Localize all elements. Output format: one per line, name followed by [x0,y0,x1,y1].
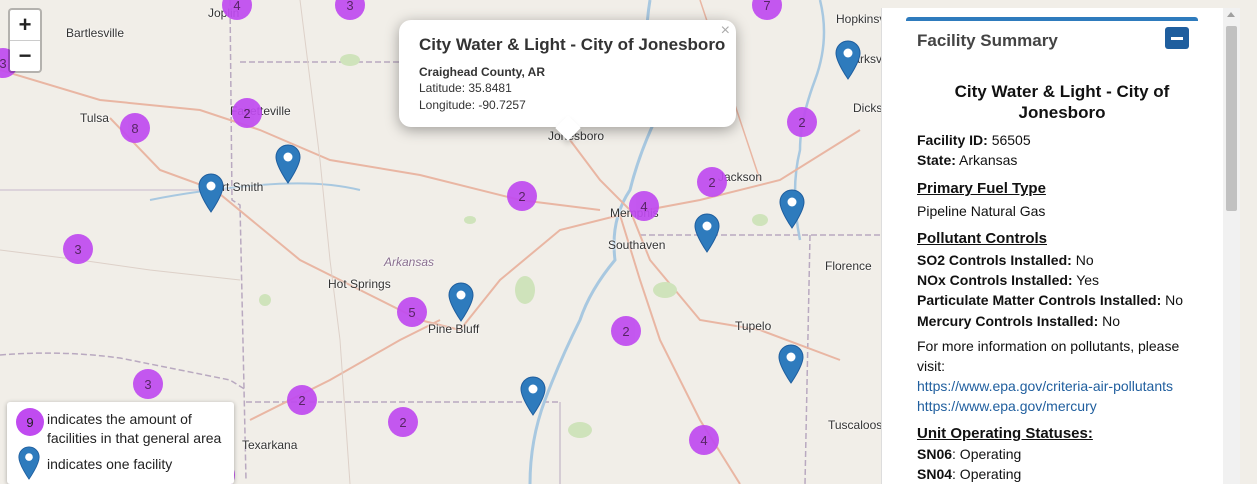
legend-pin-icon [18,446,40,480]
facility-cluster[interactable]: 2 [787,107,817,137]
minus-icon [1171,36,1183,40]
mercury-value: No [1102,313,1121,329]
unit-row: SN04: Operating [917,466,1021,482]
place-label: Hot Springs [328,277,391,291]
so2-value: No [1075,252,1094,268]
facility-cluster[interactable]: 2 [507,181,537,211]
facility-name: City Water & Light - City of Jonesboro [954,82,1170,122]
place-label: Southaven [608,238,666,252]
fuel-heading: Primary Fuel Type [917,180,1046,197]
popup-county: Craighead County, AR [419,65,546,79]
facility-pin[interactable] [835,40,861,80]
facility-cluster[interactable]: 3 [133,369,163,399]
facility-pin[interactable] [198,173,224,213]
facility-cluster[interactable]: 2 [388,407,418,437]
zoom-in-button[interactable]: + [10,10,40,40]
facility-popup: × City Water & Light - City of Jonesboro… [399,20,736,127]
facility-cluster[interactable]: 2 [232,98,262,128]
facility-cluster[interactable]: 8 [120,113,150,143]
pm-value: No [1165,292,1184,308]
nox-value: Yes [1076,272,1100,288]
mercury-link[interactable]: https://www.epa.gov/mercury [917,398,1097,414]
pollutant-heading: Pollutant Controls [917,230,1047,247]
popup-longitude: Longitude: -90.7257 [419,98,526,112]
facility-id-label: Facility ID: [917,132,988,148]
place-label: Tupelo [735,319,772,333]
pm-row: Particulate Matter Controls Installed: N… [917,292,1183,308]
nox-row: NOx Controls Installed: Yes [917,272,1099,288]
state-row: State: Arkansas [917,152,1017,168]
legend-cluster-text-2: facilities in that general area [47,430,222,446]
map-legend: 9 indicates the amount of facilities in … [7,402,234,484]
zoom-out-button[interactable]: − [10,40,40,71]
nox-label: NOx Controls Installed: [917,272,1073,288]
place-label: Bartlesville [66,26,125,40]
facility-cluster[interactable]: 4 [629,191,659,221]
facility-pin[interactable] [520,376,546,416]
state-value: Arkansas [959,152,1018,168]
facility-pin[interactable] [275,144,301,184]
unit-label: SN04 [917,466,953,482]
criteria-pollutants-link[interactable]: https://www.epa.gov/criteria-air-polluta… [917,378,1173,394]
unit-status: : Operating [952,466,1022,482]
mercury-label: Mercury Controls Installed: [917,313,1099,329]
so2-label: SO2 Controls Installed: [917,252,1072,268]
zoom-control: + − [8,8,42,73]
scroll-thumb[interactable] [1226,26,1237,211]
legend-cluster-text-1: indicates the amount of [47,411,192,427]
place-label: Pine Bluff [428,322,480,336]
info-text-1: For more information on pollutants, plea… [917,338,1180,354]
facility-cluster[interactable]: 4 [689,425,719,455]
place-label: Tulsa [80,111,109,125]
legend-pin-text: indicates one facility [47,456,173,472]
facility-id-row: Facility ID: 56505 [917,132,1031,148]
popup-latitude: Latitude: 35.8481 [419,81,512,95]
panel-accent-bar [906,17,1198,21]
unit-status-heading: Unit Operating Statuses: [917,425,1093,442]
unit-label: SN06 [917,446,953,462]
pm-label: Particulate Matter Controls Installed: [917,292,1162,308]
info-text-2: visit: [917,358,945,374]
facility-cluster[interactable]: 2 [697,167,727,197]
panel-title: Facility Summary [917,31,1058,50]
facility-summary-panel: Facility Summary City Water & Light - Ci… [881,8,1239,484]
unit-status: : Operating [952,446,1022,462]
legend-cluster-icon: 9 [16,408,44,436]
state-label: State: [917,152,956,168]
facility-cluster[interactable]: 5 [397,297,427,327]
popup-title: City Water & Light - City of Jonesboro [419,35,726,54]
panel-scrollbar[interactable] [1223,8,1240,484]
facility-pin[interactable] [694,213,720,253]
scroll-up-arrow-icon[interactable] [1227,12,1235,17]
state-label: Arkansas [384,255,435,269]
facility-cluster[interactable]: 2 [611,316,641,346]
place-label: Texarkana [242,438,298,452]
collapse-button[interactable] [1165,27,1189,49]
place-label: Florence [825,259,872,273]
fuel-value: Pipeline Natural Gas [917,203,1046,219]
unit-row: SN06: Operating [917,446,1021,462]
facility-id-value: 56505 [991,132,1031,148]
facility-pin[interactable] [779,189,805,229]
facility-cluster[interactable]: 2 [287,385,317,415]
facility-cluster[interactable]: 3 [63,234,93,264]
facility-pin[interactable] [778,344,804,384]
mercury-row: Mercury Controls Installed: No [917,313,1120,329]
place-label: Tuscaloosa [828,418,889,432]
so2-row: SO2 Controls Installed: No [917,252,1094,268]
facility-pin[interactable] [448,282,474,322]
